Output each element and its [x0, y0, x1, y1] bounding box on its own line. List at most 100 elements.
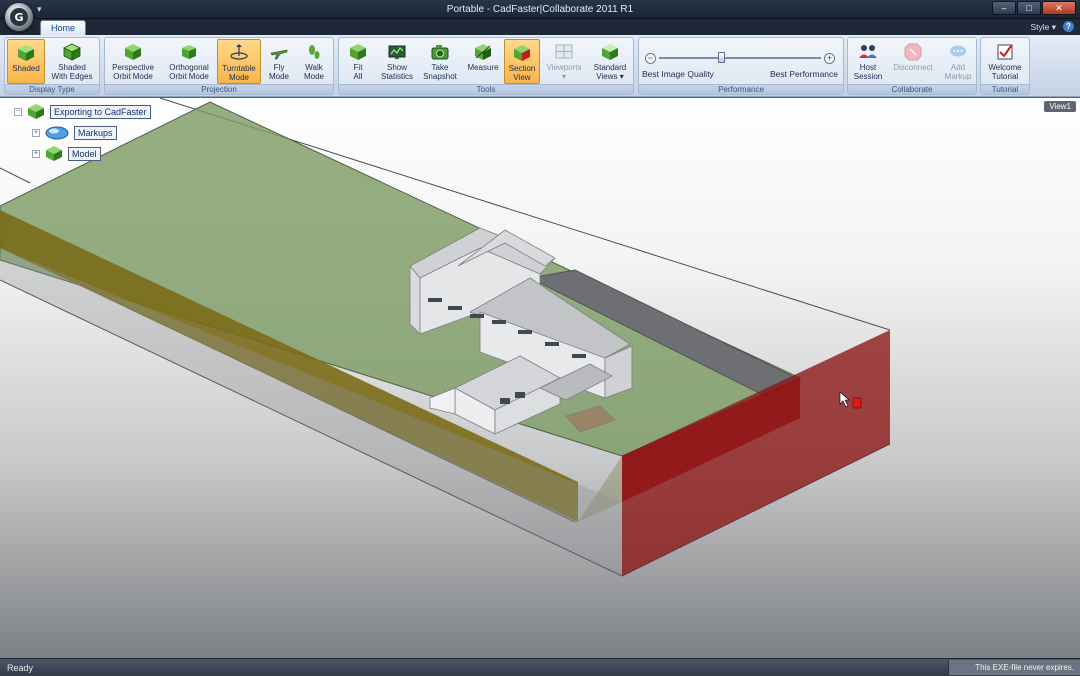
orthogonal-orbit-button[interactable]: Orthogonal Orbit Mode — [161, 39, 217, 84]
viewports-icon — [555, 44, 573, 59]
3d-viewport[interactable]: View1 − Exporting to CadFaster + Markups… — [0, 98, 1080, 658]
measure-cube-icon — [475, 44, 491, 60]
ribbon-tab-strip: Home Style ▾ ? — [0, 19, 1080, 35]
add-markup-label: Add Markup — [944, 63, 972, 81]
standard-views-dropdown[interactable]: Standard Views ▾ — [589, 39, 631, 84]
shaded-edges-cube-icon — [63, 43, 81, 61]
viewports-dropdown[interactable]: Viewports ▾ — [541, 39, 587, 84]
group-tutorial: Welcome Tutorial Tutorial — [980, 37, 1030, 95]
checkbox-tutorial-icon — [997, 44, 1013, 60]
tab-home[interactable]: Home — [40, 20, 86, 35]
markups-cloud-icon — [45, 126, 69, 140]
walk-mode-label: Walk Mode — [303, 63, 324, 81]
disconnect-icon — [904, 43, 922, 61]
shaded-button[interactable]: Shaded — [7, 39, 45, 84]
expand-toggle-markups[interactable]: + — [32, 128, 40, 137]
view-name-badge[interactable]: View1 — [1044, 101, 1076, 112]
welcome-tutorial-button[interactable]: Welcome Tutorial — [983, 39, 1027, 84]
perspective-orbit-button[interactable]: Perspective Orbit Mode — [107, 39, 159, 84]
section-view-button[interactable]: Section View — [504, 39, 540, 84]
markup-cloud-icon — [950, 45, 966, 57]
turntable-mode-button[interactable]: Turntable Mode — [217, 39, 261, 84]
minimize-button[interactable]: – — [992, 1, 1016, 15]
show-statistics-button[interactable]: Show Statistics — [375, 39, 419, 84]
slider-track — [659, 57, 821, 59]
slider-thumb[interactable] — [717, 52, 725, 63]
host-session-label: Host Session — [853, 63, 883, 81]
airplane-icon — [270, 49, 288, 60]
measure-label: Measure — [467, 63, 499, 72]
tree-node-markups[interactable]: + Markups — [32, 124, 117, 141]
group-label-collaborate: Collaborate — [848, 84, 976, 94]
shaded-label: Shaded — [12, 64, 40, 73]
chevron-down-icon: ▾ — [1051, 22, 1056, 32]
window-title: Portable - CadFaster|Collaborate 2011 R1 — [446, 4, 634, 15]
statistics-monitor-icon — [388, 45, 406, 59]
tree-markups-label: Markups — [74, 125, 117, 140]
ribbon: Shaded Shaded With Edges Display Type Pe… — [0, 35, 1080, 97]
application-menu-button[interactable]: G — [4, 2, 34, 32]
footprint-icon — [309, 45, 320, 59]
style-menu[interactable]: Style ▾ — [1030, 22, 1056, 33]
window-controls: – □ ✕ — [992, 1, 1076, 15]
tree-model-label: Model — [68, 146, 101, 161]
title-bar: ▾ Portable - CadFaster|Collaborate 2011 … — [0, 0, 1080, 19]
take-snapshot-button[interactable]: Take Snapshot — [419, 39, 461, 84]
app-logo-icon: G — [10, 8, 28, 26]
turntable-mode-label: Turntable Mode — [222, 64, 256, 82]
fit-all-cube-icon — [350, 44, 366, 60]
best-performance-label: Best Performance — [769, 69, 838, 79]
standard-views-cube-icon — [602, 44, 618, 60]
status-bar: Ready This EXE-file never expires. — [0, 658, 1080, 676]
expand-toggle-model[interactable]: + — [32, 149, 40, 158]
orthogonal-orbit-label: Orthogonal Orbit Mode — [169, 63, 209, 81]
host-session-people-icon — [859, 45, 877, 58]
fly-mode-button[interactable]: Fly Mode — [263, 39, 295, 84]
help-icon[interactable]: ? — [1063, 21, 1074, 32]
group-tools: Fit All Show Statistics Take Snapshot Me… — [338, 37, 634, 95]
show-statistics-label: Show Statistics — [380, 63, 413, 81]
license-status-text: This EXE-file never expires. — [948, 660, 1080, 675]
group-label-projection: Projection — [105, 84, 333, 94]
status-text: Ready — [7, 663, 34, 673]
decrease-quality-button[interactable]: − — [645, 53, 656, 64]
section-plane-grip-handle — [852, 397, 862, 409]
root-cube-icon — [28, 104, 44, 119]
maximize-button[interactable]: □ — [1017, 1, 1041, 15]
group-label-tutorial: Tutorial — [981, 84, 1029, 94]
fly-mode-label: Fly Mode — [268, 63, 289, 81]
fit-all-label: Fit All — [353, 63, 363, 81]
group-collaborate: Host Session Disconnect Add Markup Colla… — [847, 37, 977, 95]
disconnect-button[interactable]: Disconnect — [888, 39, 938, 84]
section-cube-icon — [514, 45, 530, 61]
close-button[interactable]: ✕ — [1042, 1, 1076, 15]
measure-button[interactable]: Measure — [463, 39, 503, 84]
best-image-quality-label: Best Image Quality — [642, 69, 714, 79]
tree-root-label: Exporting to CadFaster — [50, 104, 151, 119]
performance-slider[interactable]: − + — [645, 52, 835, 64]
group-display-type: Shaded Shaded With Edges Display Type — [4, 37, 100, 95]
take-snapshot-label: Take Snapshot — [423, 63, 457, 81]
camera-icon — [431, 45, 449, 60]
shaded-with-edges-label: Shaded With Edges — [51, 63, 93, 81]
host-session-button[interactable]: Host Session — [850, 39, 886, 84]
tree-node-model[interactable]: + Model — [32, 145, 101, 162]
group-performance: − + Best Image Quality Best Performance … — [638, 37, 844, 95]
perspective-cube-icon — [125, 44, 141, 60]
disconnect-label: Disconnect — [893, 63, 933, 72]
style-label: Style — [1030, 22, 1050, 32]
collapse-toggle[interactable]: − — [14, 107, 22, 116]
increase-performance-button[interactable]: + — [824, 53, 835, 64]
fit-all-button[interactable]: Fit All — [343, 39, 373, 84]
shaded-with-edges-button[interactable]: Shaded With Edges — [45, 39, 99, 84]
walk-mode-button[interactable]: Walk Mode — [297, 39, 331, 84]
standard-views-label: Standard Views ▾ — [593, 63, 627, 81]
welcome-tutorial-label: Welcome Tutorial — [988, 63, 1022, 81]
orthogonal-cube-icon — [182, 45, 196, 59]
shaded-cube-icon — [18, 45, 34, 61]
turntable-icon — [230, 44, 248, 60]
scene-canvas — [0, 98, 891, 577]
tree-node-root[interactable]: − Exporting to CadFaster — [14, 103, 151, 120]
group-label-performance: Performance — [639, 84, 843, 94]
add-markup-button[interactable]: Add Markup — [940, 39, 976, 84]
